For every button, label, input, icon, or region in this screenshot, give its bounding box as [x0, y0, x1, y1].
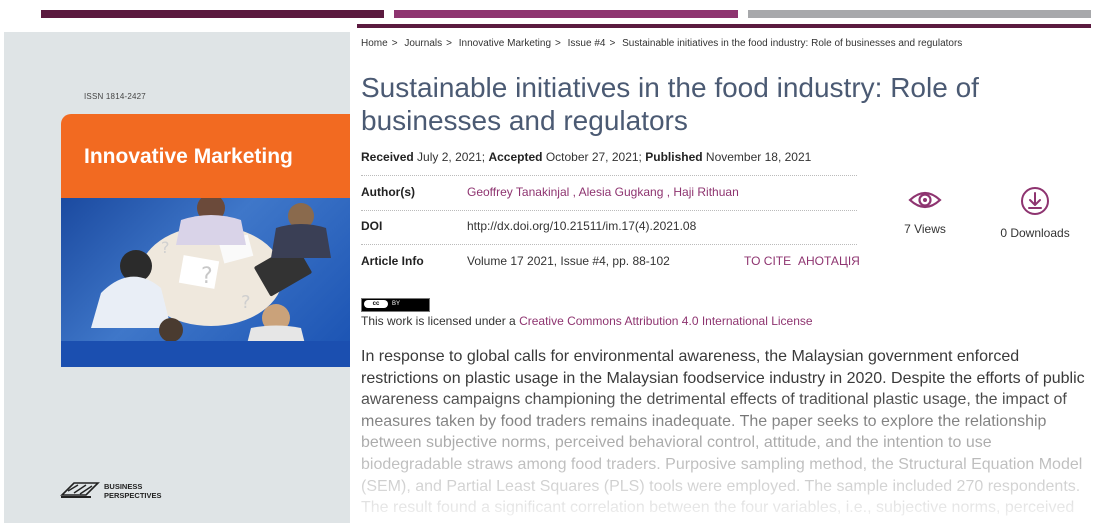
- views-count: 7 Views: [904, 222, 946, 236]
- breadcrumb-separator: >: [609, 38, 616, 49]
- authors-label: Author(s): [361, 185, 415, 199]
- downloads-count: 0 Downloads: [1000, 226, 1070, 240]
- cc-badge-left: cc: [364, 300, 388, 308]
- abstract-ua-button[interactable]: АНОТАЦІЯ: [798, 254, 860, 268]
- cover-title: Innovative Marketing: [84, 145, 293, 168]
- cc-badge-right: BY: [392, 301, 401, 307]
- author-link[interactable]: Haji Rithuan: [673, 185, 738, 199]
- license-prefix: This work is licensed under a: [361, 314, 516, 328]
- article-info-row: Article Info Volume 17 2021, Issue #4, p…: [361, 245, 860, 279]
- received-date: July 2, 2021;: [417, 150, 486, 164]
- received-label: Received: [361, 150, 414, 164]
- publisher-name: BUSINESS PERSPECTIVES: [104, 482, 162, 500]
- download-icon: [1021, 187, 1049, 215]
- svg-text:?: ?: [161, 238, 170, 257]
- published-label: Published: [645, 150, 703, 164]
- journal-cover[interactable]: ISSN 1814-2427 Innovative Marketing ? ? …: [4, 32, 350, 523]
- abstract-text: In response to global calls for environm…: [361, 348, 1085, 517]
- publisher-line-2: PERSPECTIVES: [104, 491, 162, 500]
- doi-label: DOI: [361, 219, 383, 233]
- meeting-illustration: ? ? ?: [91, 198, 331, 341]
- breadcrumb-current: Sustainable initiatives in the food indu…: [622, 38, 963, 49]
- top-bar-dark: [41, 10, 384, 18]
- license-link[interactable]: Creative Commons Attribution 4.0 Interna…: [519, 314, 813, 328]
- doi-link[interactable]: http://dx.doi.org/10.21511/im.17(4).2021…: [467, 219, 696, 233]
- cover-photo: ? ? ?: [61, 198, 350, 341]
- eye-icon: [908, 191, 942, 209]
- breadcrumb-separator: >: [391, 38, 398, 49]
- article-info-label: Article Info: [361, 254, 424, 268]
- published-date: November 18, 2021: [705, 150, 812, 164]
- breadcrumb-journal[interactable]: Innovative Marketing: [459, 38, 551, 49]
- breadcrumb-issue[interactable]: Issue #4: [568, 38, 606, 49]
- header-underline: [357, 24, 1091, 28]
- to-cite-button[interactable]: TO CITE: [744, 254, 791, 268]
- authors-list: Geoffrey Tanakinjal , Alesia Gugkang , H…: [467, 185, 739, 199]
- breadcrumb-separator: >: [555, 38, 561, 49]
- breadcrumb: Home > Journals > Innovative Marketing > Is…: [361, 38, 962, 49]
- license-text: This work is licensed under a Creative C…: [361, 314, 813, 328]
- accepted-label: Accepted: [488, 150, 543, 164]
- breadcrumb-home[interactable]: Home: [361, 38, 388, 49]
- author-link[interactable]: Geoffrey Tanakinjal ,: [467, 185, 576, 199]
- downloads-stat[interactable]: 0 Downloads: [995, 186, 1075, 240]
- svg-text:?: ?: [201, 264, 213, 289]
- article-title: Sustainable initiatives in the food indu…: [361, 72, 979, 136]
- svg-text:?: ?: [241, 292, 251, 313]
- cover-bottom-band: [61, 341, 350, 367]
- accepted-date: October 27, 2021;: [545, 150, 642, 164]
- business-perspectives-logo: [60, 482, 100, 498]
- doi-row: DOI http://dx.doi.org/10.21511/im.17(4).…: [361, 210, 857, 245]
- authors-row: Author(s) Geoffrey Tanakinjal , Alesia G…: [361, 175, 857, 211]
- article-dates: Received July 2, 2021; Accepted October …: [361, 150, 811, 164]
- author-link[interactable]: Alesia Gugkang ,: [579, 185, 670, 199]
- breadcrumb-journals[interactable]: Journals: [404, 38, 442, 49]
- views-stat: 7 Views: [895, 188, 955, 236]
- top-bar-gray: [748, 10, 1091, 18]
- publisher-line-1: BUSINESS: [104, 482, 143, 491]
- article-info-value: Volume 17 2021, Issue #4, pp. 88-102: [467, 254, 670, 268]
- cc-license-badge[interactable]: cc BY: [361, 298, 430, 312]
- top-bar-brand: [394, 10, 738, 18]
- breadcrumb-separator: >: [446, 38, 452, 49]
- cover-issn: ISSN 1814-2427: [84, 92, 146, 101]
